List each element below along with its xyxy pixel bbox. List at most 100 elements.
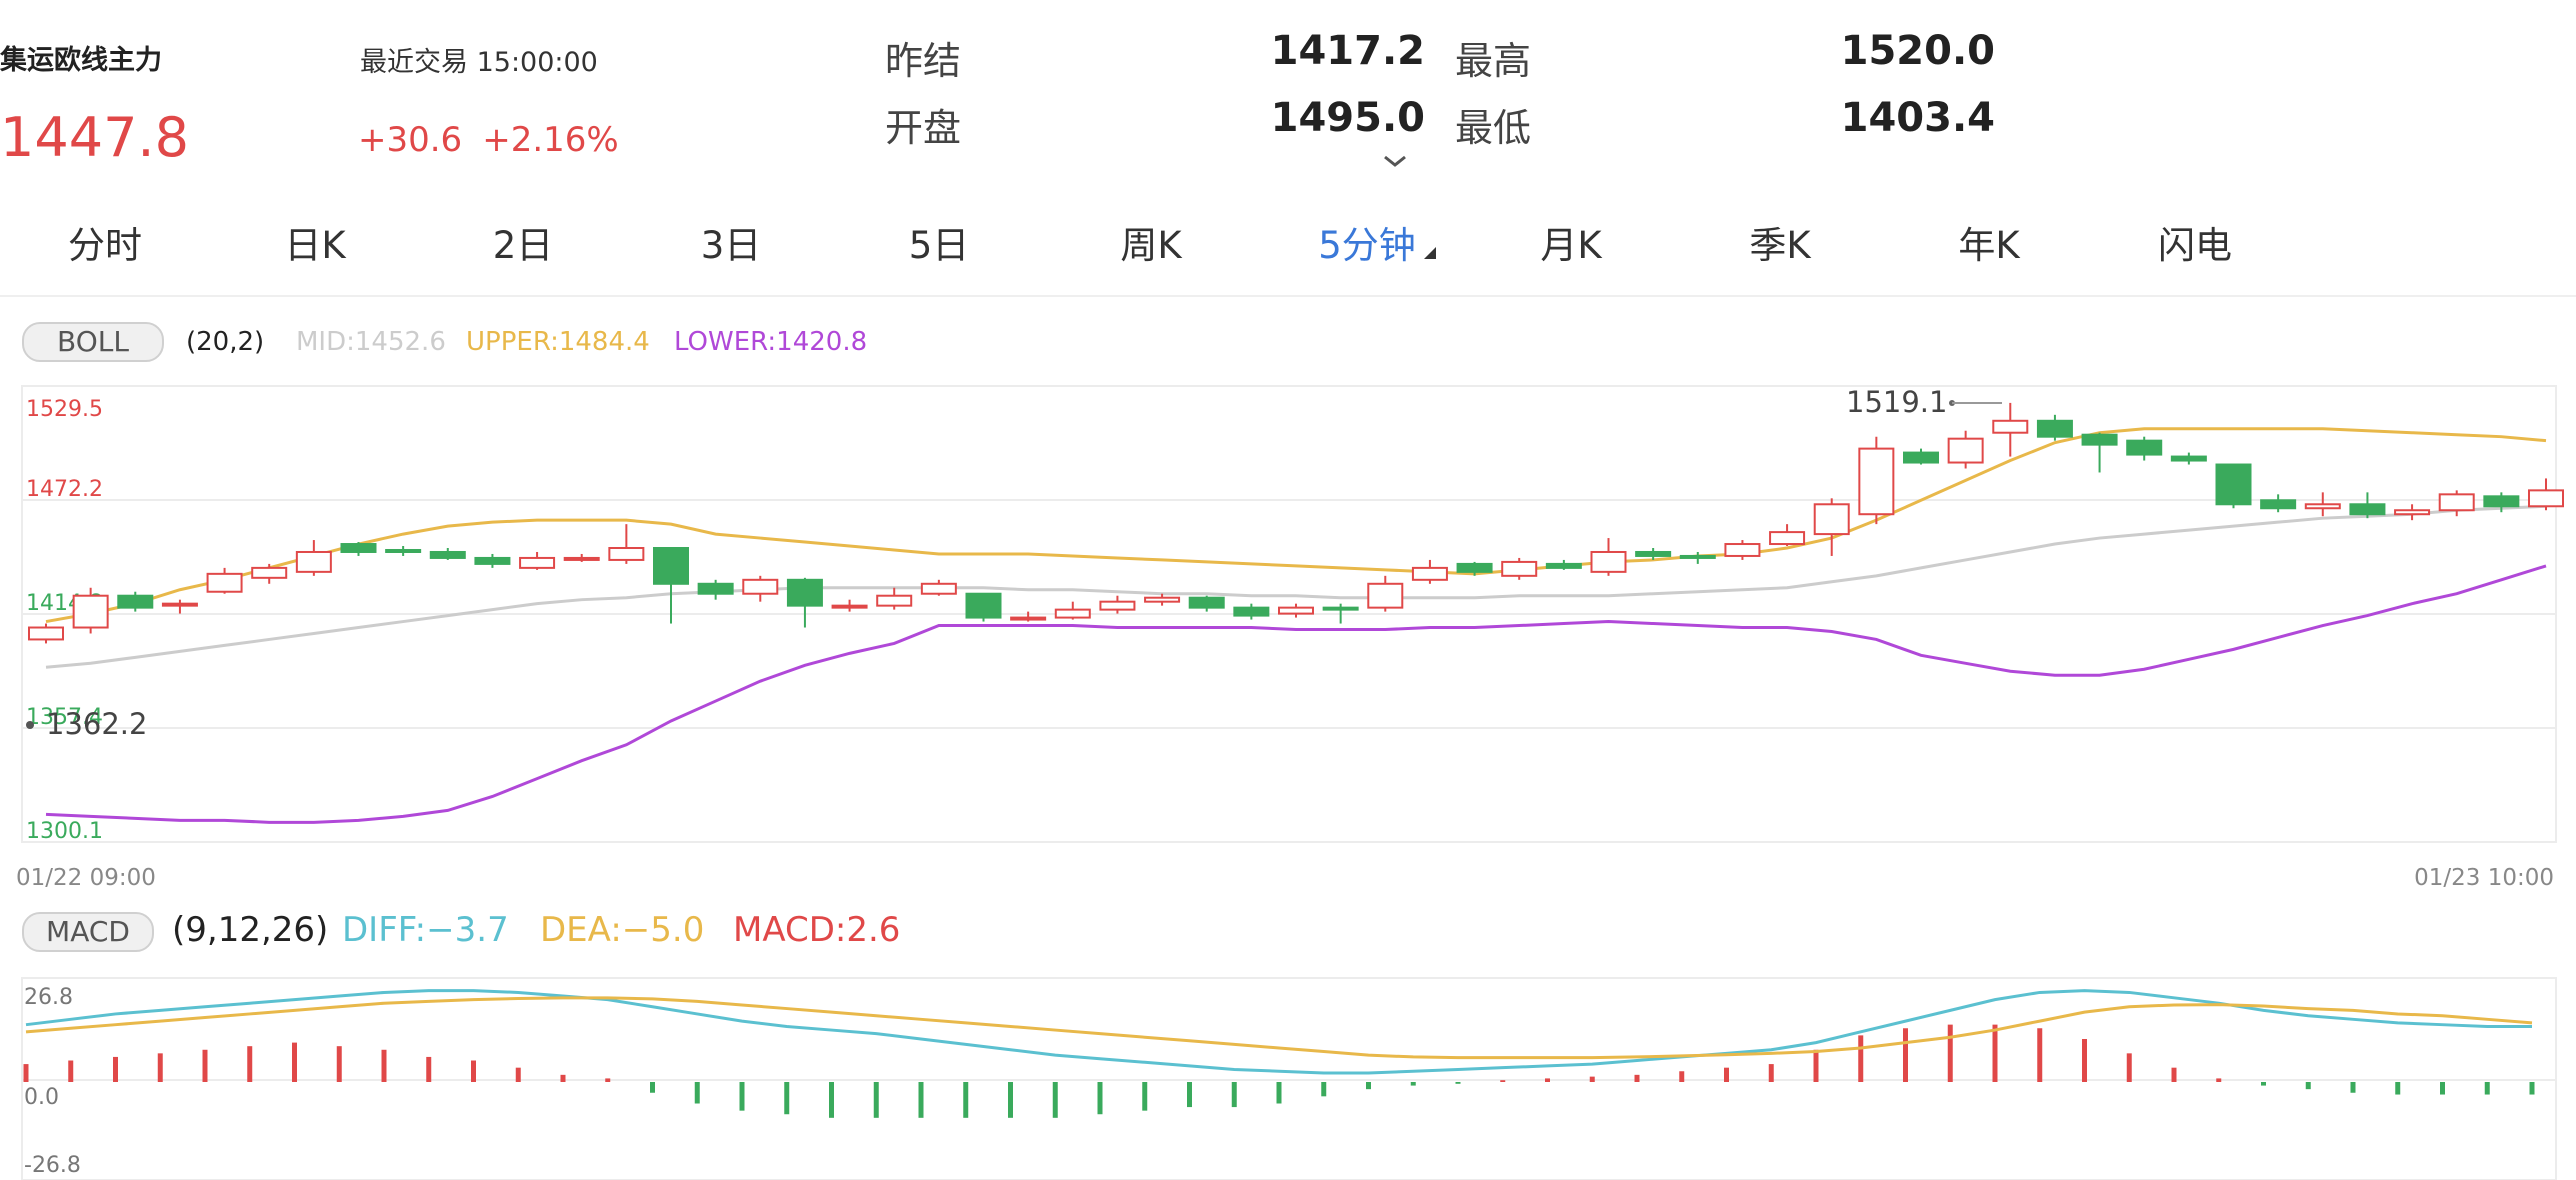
candle-body <box>1679 554 1716 559</box>
stat-value-prev-settle: 1417.2 <box>1270 28 1425 74</box>
candle <box>1233 603 1270 620</box>
candle-body <box>786 578 823 607</box>
candle-body <box>2215 463 2252 506</box>
boll-params: (20,2) <box>186 327 265 357</box>
candle <box>1501 557 1538 580</box>
candle <box>206 567 243 594</box>
tab-quarterly-k[interactable]: 季K <box>1675 215 1885 269</box>
tab-weekly-k[interactable]: 周K <box>1046 215 1256 269</box>
candle-body <box>1947 437 1984 464</box>
candle-body <box>2081 433 2118 446</box>
macd-y-tick-label: 26.8 <box>24 985 73 1010</box>
candle <box>1188 595 1225 612</box>
stat-value-low: 1403.4 <box>1840 95 1995 141</box>
candle <box>117 591 154 612</box>
candlestick-chart[interactable]: 1529.51472.21414.81357.41300.11519.11362… <box>0 380 2576 900</box>
candle <box>1590 538 1627 576</box>
candle-body <box>1456 562 1493 573</box>
candle-body <box>385 548 422 553</box>
candle <box>965 592 1002 622</box>
candle-body <box>1188 596 1225 609</box>
candle-body <box>28 626 64 641</box>
candle <box>28 623 64 644</box>
candle <box>519 551 556 570</box>
candle-body <box>295 550 332 573</box>
tab-daily-k[interactable]: 日K <box>210 215 420 269</box>
candle-body <box>1903 451 1939 464</box>
macd-diff-value: DIFF:−3.7 <box>342 910 509 950</box>
stat-value-open: 1495.0 <box>1270 95 1425 141</box>
candle <box>2215 463 2252 509</box>
candle-body <box>2528 489 2564 508</box>
y-tick-label: 1300.1 <box>26 819 103 844</box>
candle <box>1054 601 1091 620</box>
macd-y-tick-label: 0.0 <box>24 1085 59 1110</box>
candle-body <box>251 566 288 579</box>
stat-label-prev-settle: 昨结 <box>885 39 962 83</box>
stat-label-high: 最高 <box>1455 39 1532 83</box>
candle <box>161 599 198 614</box>
candle-body <box>876 594 913 607</box>
tab-5min[interactable]: 5分钟 <box>1262 215 1472 269</box>
candle-body <box>1411 566 1448 581</box>
boll-mid-value: MID:1452.6 <box>296 327 446 357</box>
macd-y-tick-label: -26.8 <box>24 1153 81 1178</box>
contract-name: 集运欧线主力 <box>0 45 162 76</box>
candle <box>1545 559 1582 570</box>
candle <box>340 542 377 556</box>
candle-body <box>519 556 556 569</box>
macd-chart[interactable]: 26.8 0.0 -26.8 <box>0 972 2576 1180</box>
chevron-down-icon[interactable] <box>1382 152 1408 170</box>
candle <box>2081 432 2118 473</box>
y-tick-label: 1529.5 <box>26 397 103 422</box>
tab-monthly-k[interactable]: 月K <box>1466 215 1676 269</box>
candle <box>1992 402 2029 457</box>
tab-3day[interactable]: 3日 <box>626 215 836 269</box>
candle-body <box>608 547 645 561</box>
candle <box>876 587 913 610</box>
candle-body <box>2036 419 2073 438</box>
tab-flash[interactable]: 闪电 <box>2090 215 2300 269</box>
candle <box>1903 448 1939 465</box>
boll-indicator-button[interactable]: BOLL <box>22 322 164 362</box>
tab-2day[interactable]: 2日 <box>418 215 628 269</box>
tab-5day[interactable]: 5日 <box>834 215 1044 269</box>
candle <box>1679 551 1716 564</box>
candle <box>295 540 332 576</box>
min-marker-label: 1362.2 <box>46 707 147 741</box>
candle <box>1099 595 1136 614</box>
tab-yearly-k[interactable]: 年K <box>1884 215 2094 269</box>
candle <box>786 577 823 628</box>
candle <box>2036 414 2073 441</box>
stat-value-high: 1520.0 <box>1840 28 1995 74</box>
candle-body <box>1367 582 1404 609</box>
candle-body <box>1278 606 1314 615</box>
candle <box>697 579 734 600</box>
candle <box>2394 504 2431 521</box>
candle <box>1858 436 1895 525</box>
y-tick-label: 1472.2 <box>26 477 103 502</box>
candle-body <box>2394 509 2431 516</box>
stat-label-open: 开盘 <box>885 106 962 150</box>
tab-intraday[interactable]: 分时 <box>0 215 210 269</box>
candle-body <box>1144 596 1181 603</box>
candle-body <box>1635 550 1672 557</box>
candle-body <box>1322 606 1359 611</box>
candle-body <box>1501 560 1538 577</box>
candle-body <box>340 543 377 553</box>
candle <box>1278 603 1314 618</box>
candle <box>1769 524 1806 547</box>
candle <box>429 548 466 560</box>
candle-body <box>429 550 466 559</box>
candle-body <box>474 556 511 565</box>
candle-body <box>697 582 734 595</box>
candle-body <box>1769 531 1806 546</box>
period-tabs: 分时 日K 2日 3日 5日 周K 5分钟 月K 季K 年K 闪电 <box>0 215 2576 285</box>
candle-body <box>920 582 957 595</box>
candle <box>1367 575 1404 612</box>
candle <box>920 579 957 596</box>
tab-separator <box>0 295 2576 297</box>
macd-indicator-button[interactable]: MACD <box>22 912 154 952</box>
candle-body <box>1992 419 2029 434</box>
candle-body <box>1813 503 1850 536</box>
